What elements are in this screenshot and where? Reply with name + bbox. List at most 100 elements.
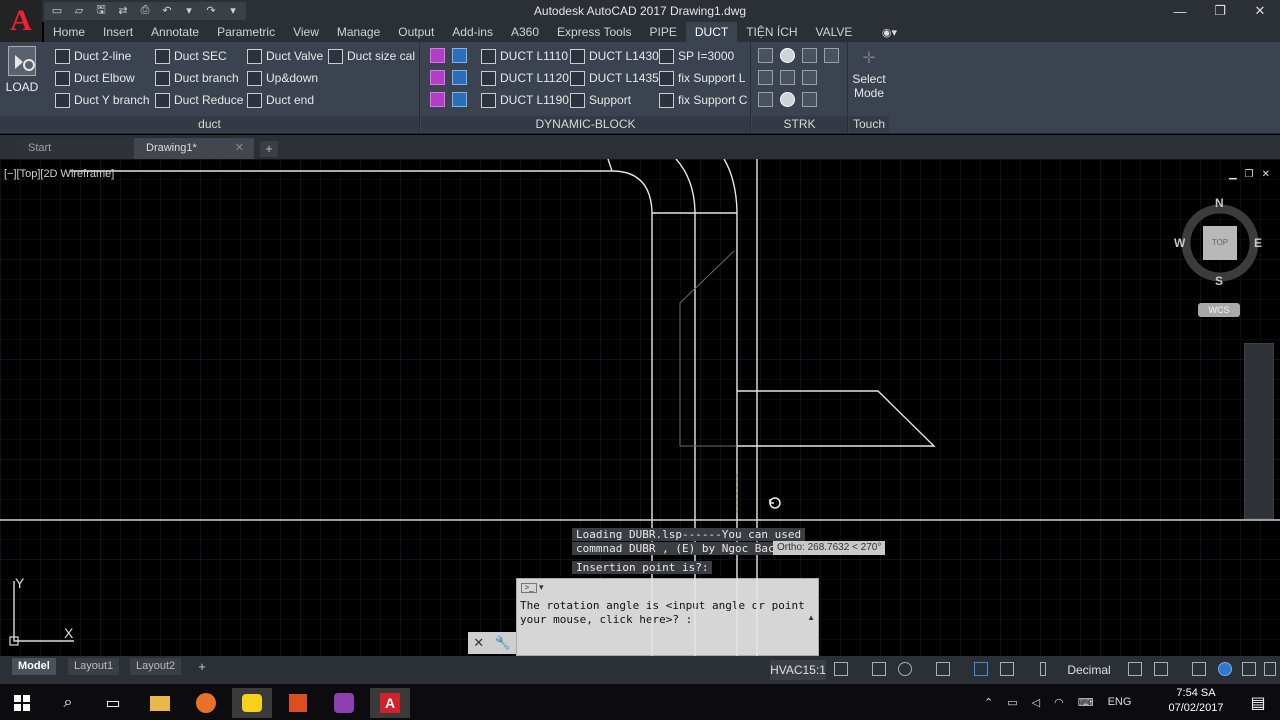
hvac-scale[interactable]: HVAC15:1: [770, 660, 826, 680]
select-mode-button[interactable]: ✛ Select Mode: [849, 50, 889, 100]
fullscreen-icon[interactable]: [1242, 662, 1256, 676]
tab-layout2[interactable]: Layout2: [130, 658, 182, 675]
strk-tool-icon[interactable]: [758, 48, 773, 63]
lineweight-icon[interactable]: [1040, 662, 1046, 676]
tab-insert[interactable]: Insert: [94, 22, 142, 42]
command-prompt-text[interactable]: The rotation angle is <input angle or po…: [520, 599, 812, 627]
tab-manage[interactable]: Manage: [328, 22, 389, 42]
strk-circle-icon[interactable]: [780, 48, 795, 63]
isolate-objects-icon[interactable]: [1218, 662, 1232, 676]
panel-duct-title[interactable]: duct: [0, 116, 419, 132]
strk-tool-icon[interactable]: [758, 70, 773, 85]
new-icon[interactable]: ▭: [48, 2, 66, 18]
strk-tool-icon[interactable]: [802, 70, 817, 85]
snap-icon[interactable]: [872, 662, 886, 676]
tab-add-ins[interactable]: Add-ins: [443, 22, 502, 42]
viewcube-west[interactable]: W: [1174, 236, 1185, 250]
redo-icon[interactable]: ↷: [202, 2, 220, 18]
support-button[interactable]: Support: [570, 90, 631, 110]
tab-valve[interactable]: VALVE: [807, 22, 862, 42]
units-selector[interactable]: Decimal: [1054, 660, 1124, 680]
pdf-app-icon[interactable]: [324, 688, 364, 718]
annotation-monitor-icon[interactable]: [1192, 662, 1206, 676]
otrack-icon[interactable]: [1000, 662, 1014, 676]
undo-icon[interactable]: ↶: [158, 2, 176, 18]
block-blue-icon[interactable]: [452, 70, 467, 85]
redo-dropdown-icon[interactable]: ▾: [224, 2, 242, 18]
viewcube-south[interactable]: S: [1215, 274, 1223, 288]
up-down-button[interactable]: Up&down: [247, 68, 318, 88]
duct-end-button[interactable]: Duct end: [247, 90, 314, 110]
viewport-controls-label[interactable]: [−][Top][2D Wireframe]: [4, 168, 114, 180]
ribbon-options-icon[interactable]: ◉▾: [877, 22, 901, 42]
grid-icon[interactable]: [834, 662, 848, 676]
firefox-icon[interactable]: [186, 688, 226, 718]
panel-touch-title[interactable]: Touch: [849, 116, 889, 132]
viewport-restore-icon[interactable]: ❐: [1245, 169, 1254, 180]
battery-icon[interactable]: ▭: [1007, 696, 1017, 709]
duct-l1190-button[interactable]: DUCT L1190: [481, 90, 569, 110]
block-blue-icon[interactable]: [452, 92, 467, 107]
navigation-bar[interactable]: [1244, 343, 1274, 519]
block-pink-icon[interactable]: [430, 92, 445, 107]
block-pink-icon[interactable]: [430, 48, 445, 63]
duct-branch-button[interactable]: Duct branch: [155, 68, 239, 88]
tab-tien-ich[interactable]: TIỆN ÍCH: [737, 22, 806, 42]
duct-2-line-button[interactable]: Duct 2-line: [55, 46, 131, 66]
strk-circle-icon[interactable]: [780, 92, 795, 107]
maximize-button[interactable]: ❐: [1200, 0, 1240, 22]
customize-command-icon[interactable]: 🔧: [495, 635, 511, 651]
duct-size-cal-button[interactable]: Duct size cal: [328, 46, 415, 66]
properties-icon[interactable]: [1128, 662, 1142, 676]
minimize-button[interactable]: —: [1160, 0, 1200, 22]
close-command-icon[interactable]: ✕: [473, 635, 484, 651]
viewcube-top-face[interactable]: TOP: [1203, 226, 1237, 260]
tab-pipe[interactable]: PIPE: [641, 22, 686, 42]
taskbar-clock[interactable]: 7:54 SA 07/02/2017: [1166, 686, 1226, 716]
plot-icon[interactable]: ⎙: [136, 2, 154, 18]
tab-layout1[interactable]: Layout1: [68, 658, 120, 675]
tab-model[interactable]: Model: [12, 658, 56, 675]
strk-wave-icon[interactable]: [824, 48, 839, 63]
customize-status-icon[interactable]: [1264, 662, 1276, 676]
close-tab-icon[interactable]: ✕: [235, 138, 244, 159]
viewport-close-icon[interactable]: ✕: [1262, 169, 1270, 180]
windows-start-icon[interactable]: [2, 688, 42, 718]
tab-start[interactable]: Start: [16, 138, 134, 159]
tab-a360[interactable]: A360: [502, 22, 548, 42]
wifi-icon[interactable]: ◠: [1054, 696, 1064, 709]
new-tab-button[interactable]: +: [260, 141, 278, 157]
wcs-menu[interactable]: WCS: [1198, 303, 1240, 317]
osnap-icon[interactable]: [936, 662, 950, 676]
load-button[interactable]: LOAD: [4, 46, 40, 102]
panel-dynamic-block-title[interactable]: DYNAMIC-BLOCK: [421, 116, 750, 132]
office-icon[interactable]: [278, 688, 318, 718]
search-icon[interactable]: ⌕: [48, 688, 88, 718]
file-explorer-icon[interactable]: [140, 688, 180, 718]
viewcube[interactable]: N S E W TOP: [1174, 196, 1262, 288]
tab-annotate[interactable]: Annotate: [142, 22, 208, 42]
block-pink-icon[interactable]: [430, 70, 445, 85]
duct-reduce-button[interactable]: Duct Reduce: [155, 90, 243, 110]
fix-support-l-button[interactable]: fix Support L: [659, 68, 745, 88]
duct-elbow-button[interactable]: Duct Elbow: [55, 68, 135, 88]
fix-support-c-button[interactable]: fix Support C: [659, 90, 747, 110]
task-view-icon[interactable]: ▭: [93, 688, 133, 718]
duct-l1435-button[interactable]: DUCT L1435: [570, 68, 659, 88]
save-as-icon[interactable]: ⇄: [114, 2, 132, 18]
undo-dropdown-icon[interactable]: ▾: [180, 2, 198, 18]
application-menu-button[interactable]: A: [0, 0, 42, 42]
language-indicator[interactable]: ENG: [1108, 696, 1132, 708]
chevron-up-icon[interactable]: ⌃: [984, 696, 993, 709]
chevron-down-icon[interactable]: ▾: [539, 582, 544, 593]
tab-output[interactable]: Output: [389, 22, 443, 42]
kakaotalk-icon[interactable]: [232, 688, 272, 718]
notification-icon[interactable]: ▤: [1238, 688, 1278, 718]
strk-tool-icon[interactable]: [780, 70, 795, 85]
duct-l1110-button[interactable]: DUCT L1110: [481, 46, 568, 66]
close-window-button[interactable]: ✕: [1240, 0, 1280, 22]
scroll-up-icon[interactable]: ▲: [807, 613, 815, 622]
add-layout-button[interactable]: +: [194, 658, 210, 675]
command-line[interactable]: >_ ▾ The rotation angle is <input angle …: [516, 578, 819, 656]
dynamic-ucs-icon[interactable]: [974, 662, 988, 676]
